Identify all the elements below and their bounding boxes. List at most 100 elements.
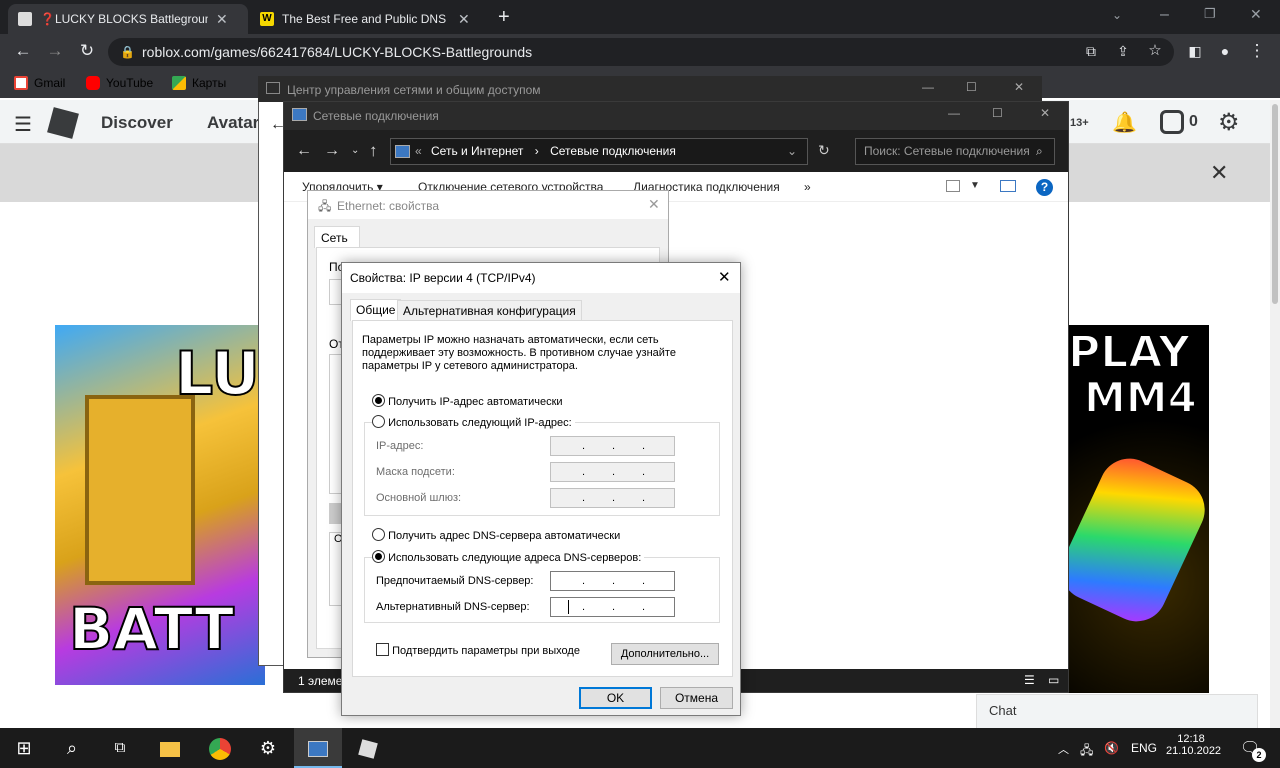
close-icon[interactable]: ✕ bbox=[648, 196, 660, 213]
scrollbar-thumb[interactable] bbox=[1272, 104, 1278, 304]
maximize-icon[interactable]: ☐ bbox=[992, 106, 1003, 120]
menu-icon[interactable]: ⋮ bbox=[1246, 41, 1268, 63]
game-thumbnail-left[interactable]: LU BATT bbox=[55, 325, 265, 685]
thumbnail-text-top: PLAY bbox=[1068, 326, 1191, 379]
explorer-search-input[interactable]: Поиск: Сетевые подключения ⌕ bbox=[855, 138, 1055, 165]
ipv4-titlebar: Свойства: IP версии 4 (TCP/IPv4) bbox=[342, 263, 740, 293]
close-icon[interactable]: ✕ bbox=[1040, 106, 1050, 120]
minimize-icon[interactable]: – bbox=[1160, 6, 1169, 24]
nav-discover[interactable]: Discover bbox=[101, 113, 173, 133]
game-thumbnail-right[interactable]: PLAY MM4 bbox=[1068, 325, 1209, 693]
bookmark-label: YouTube bbox=[106, 76, 154, 90]
show-hidden-icons[interactable]: ︿ bbox=[1058, 741, 1069, 757]
details-view-icon[interactable]: ☰ bbox=[1024, 673, 1035, 687]
alternate-dns-field[interactable]: ... bbox=[550, 597, 675, 617]
minimize-icon[interactable]: — bbox=[922, 80, 934, 94]
side-panel-icon[interactable]: ◧ bbox=[1184, 41, 1206, 63]
radio-button[interactable] bbox=[372, 550, 385, 563]
profile-icon[interactable]: ● bbox=[1214, 41, 1236, 63]
bookmark-label: Карты bbox=[192, 76, 227, 90]
preview-pane-icon[interactable] bbox=[1000, 180, 1016, 192]
breadcrumb-item[interactable]: Сеть и Интернет bbox=[431, 144, 523, 158]
robux-icon[interactable] bbox=[1160, 110, 1184, 134]
network-wired-icon[interactable]: 🖧 bbox=[1080, 741, 1093, 762]
forward-icon[interactable]: → bbox=[324, 142, 340, 160]
radio-ip-auto[interactable]: Получить IP-адрес автоматически bbox=[372, 394, 563, 408]
clock-time: 12:18 bbox=[1177, 733, 1205, 745]
close-icon[interactable]: ✕ bbox=[216, 11, 228, 28]
tab-alternate-config[interactable]: Альтернативная конфигурация bbox=[397, 300, 582, 321]
bookmark-maps[interactable]: Карты bbox=[172, 76, 226, 90]
help-icon[interactable]: ? bbox=[1036, 179, 1053, 196]
close-banner-icon[interactable]: ✕ bbox=[1210, 160, 1228, 186]
close-icon[interactable]: ✕ bbox=[458, 11, 470, 28]
ip-address-field[interactable]: ... bbox=[550, 436, 675, 456]
view-options-icon[interactable] bbox=[946, 180, 960, 192]
breadcrumb-item[interactable]: Сетевые подключения bbox=[550, 144, 676, 158]
restore-icon[interactable]: ❐ bbox=[1204, 6, 1216, 22]
bookmark-star-icon[interactable]: ☆ bbox=[1144, 41, 1166, 63]
cancel-button[interactable]: Отмена bbox=[660, 687, 733, 709]
clock[interactable]: 12:18 21.10.2022 bbox=[1166, 733, 1221, 757]
maximize-icon[interactable]: ☐ bbox=[966, 80, 977, 94]
tab-lucky-blocks[interactable]: ❓LUCKY BLOCKS Battlegrounds ✕ bbox=[8, 4, 248, 34]
tab-network[interactable]: Сеть bbox=[314, 226, 360, 248]
validate-checkbox[interactable]: Подтвердить параметры при выходе bbox=[376, 643, 580, 657]
close-icon[interactable]: ✕ bbox=[718, 268, 731, 286]
checkbox[interactable] bbox=[376, 643, 389, 656]
radio-button[interactable] bbox=[372, 415, 385, 428]
reload-icon[interactable]: ↻ bbox=[76, 41, 98, 63]
start-button[interactable]: ⊞ bbox=[0, 728, 48, 768]
ok-button[interactable]: OK bbox=[579, 687, 652, 709]
age-badge: 13+ bbox=[1070, 117, 1089, 129]
bookmark-gmail[interactable]: Gmail bbox=[14, 76, 65, 90]
gateway-field[interactable]: ... bbox=[550, 488, 675, 508]
close-window-icon[interactable]: ✕ bbox=[1250, 6, 1262, 23]
taskbar-roblox[interactable] bbox=[344, 728, 392, 768]
refresh-icon[interactable]: ↻ bbox=[818, 142, 830, 159]
radio-dns-manual[interactable]: Использовать следующие адреса DNS-сервер… bbox=[372, 550, 645, 564]
recent-locations-icon[interactable]: ⌄ bbox=[351, 145, 359, 156]
back-icon[interactable]: ← bbox=[296, 142, 312, 160]
bookmark-youtube[interactable]: YouTube bbox=[86, 76, 153, 90]
tab-dns[interactable]: W The Best Free and Public DNS Se ✕ bbox=[250, 4, 490, 34]
chat-bar[interactable]: Chat bbox=[976, 694, 1258, 728]
translate-icon[interactable]: ⧉ bbox=[1080, 41, 1102, 63]
back-icon[interactable]: ← bbox=[12, 41, 34, 63]
task-view-button[interactable]: ⧉ bbox=[96, 728, 144, 768]
chevron-down-icon[interactable]: ▼ bbox=[970, 180, 980, 191]
advanced-button[interactable]: Дополнительно... bbox=[611, 643, 719, 665]
thumbnail-text-bottom: BATT bbox=[68, 594, 235, 664]
taskbar-explorer[interactable] bbox=[146, 728, 194, 768]
settings-gear-icon[interactable]: ⚙ bbox=[1218, 108, 1240, 137]
more-commands[interactable]: » bbox=[804, 180, 811, 194]
tab-search-icon[interactable]: ⌄ bbox=[1112, 8, 1122, 22]
chevron-down-icon[interactable]: ⌄ bbox=[787, 139, 797, 164]
nav-avatar[interactable]: Avatar bbox=[207, 113, 259, 133]
taskbar-chrome[interactable] bbox=[196, 728, 244, 768]
minimize-icon[interactable]: — bbox=[948, 106, 960, 120]
notifications-bell-icon[interactable]: 🔔 bbox=[1112, 110, 1137, 135]
tab-general[interactable]: Общие bbox=[350, 299, 402, 321]
address-bar[interactable]: 🔒 roblox.com/games/662417684/LUCKY-BLOCK… bbox=[108, 38, 1174, 66]
tiles-view-icon[interactable]: ▭ bbox=[1048, 673, 1059, 687]
preferred-dns-field[interactable]: ... bbox=[550, 571, 675, 591]
subnet-mask-field[interactable]: ... bbox=[550, 462, 675, 482]
search-button[interactable]: ⌕ bbox=[48, 728, 96, 768]
taskbar-control-panel[interactable] bbox=[294, 728, 342, 768]
radio-ip-manual[interactable]: Использовать следующий IP-адрес: bbox=[372, 415, 575, 429]
new-tab-button[interactable]: + bbox=[498, 6, 510, 29]
close-icon[interactable]: ✕ bbox=[1014, 80, 1024, 94]
volume-muted-icon[interactable]: 🔇 bbox=[1104, 741, 1119, 755]
up-icon[interactable]: ↑ bbox=[369, 141, 378, 161]
share-icon[interactable]: ⇪ bbox=[1112, 41, 1134, 63]
robux-count: 0 bbox=[1189, 113, 1198, 130]
radio-button[interactable] bbox=[372, 394, 385, 407]
radio-button[interactable] bbox=[372, 528, 385, 541]
taskbar-settings[interactable]: ⚙ bbox=[244, 728, 292, 768]
radio-dns-auto[interactable]: Получить адрес DNS-сервера автоматически bbox=[372, 528, 620, 542]
hamburger-menu-icon[interactable]: ☰ bbox=[14, 112, 32, 137]
explorer-address-bar[interactable]: « Сеть и Интернет › Сетевые подключения … bbox=[390, 138, 808, 165]
forward-icon[interactable]: → bbox=[44, 41, 66, 63]
language-indicator[interactable]: ENG bbox=[1131, 741, 1157, 755]
